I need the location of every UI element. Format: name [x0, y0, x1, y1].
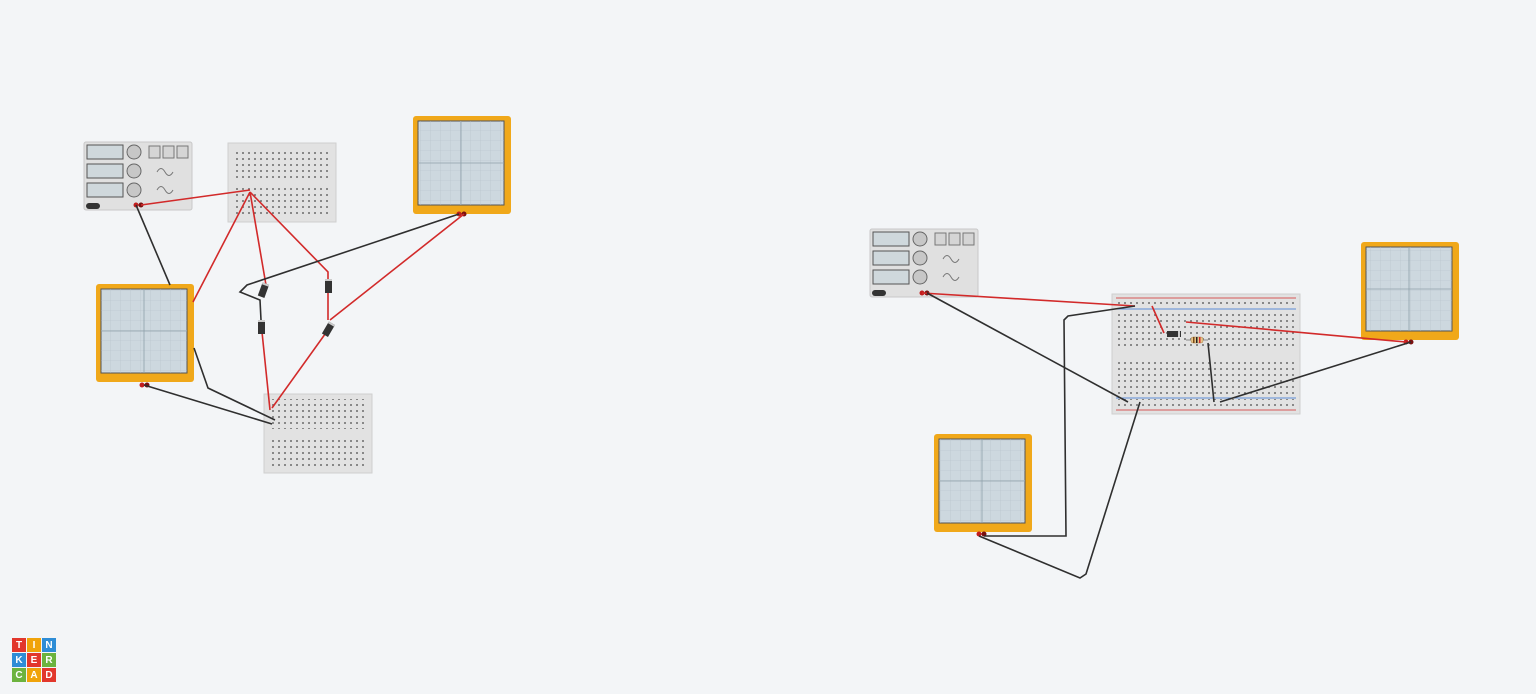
- logo-letter: I: [27, 638, 41, 652]
- logo-letter: D: [42, 668, 56, 682]
- diode-left-1[interactable]: [257, 282, 270, 298]
- logo-letter: A: [27, 668, 41, 682]
- circuit-canvas[interactable]: [0, 0, 1536, 694]
- breadboard-left-top[interactable]: [227, 142, 337, 223]
- diode-right[interactable]: [1167, 331, 1181, 337]
- oscilloscope-left-top[interactable]: [413, 116, 511, 217]
- oscilloscope-right-top[interactable]: [1361, 242, 1459, 345]
- logo-letter: N: [42, 638, 56, 652]
- diode-left-2[interactable]: [325, 279, 332, 293]
- tinkercad-logo[interactable]: T I N K E R C A D: [12, 638, 56, 682]
- logo-letter: E: [27, 653, 41, 667]
- function-generator-right[interactable]: [869, 228, 979, 298]
- oscilloscope-right-bottom[interactable]: [934, 434, 1032, 537]
- logo-letter: C: [12, 668, 26, 682]
- diode-left-3[interactable]: [258, 320, 265, 334]
- oscilloscope-left-bottom[interactable]: [96, 284, 194, 388]
- logo-letter: R: [42, 653, 56, 667]
- logo-letter: T: [12, 638, 26, 652]
- breadboard-left-bottom[interactable]: [263, 393, 373, 474]
- logo-letter: K: [12, 653, 26, 667]
- breadboard-right[interactable]: [1111, 293, 1301, 415]
